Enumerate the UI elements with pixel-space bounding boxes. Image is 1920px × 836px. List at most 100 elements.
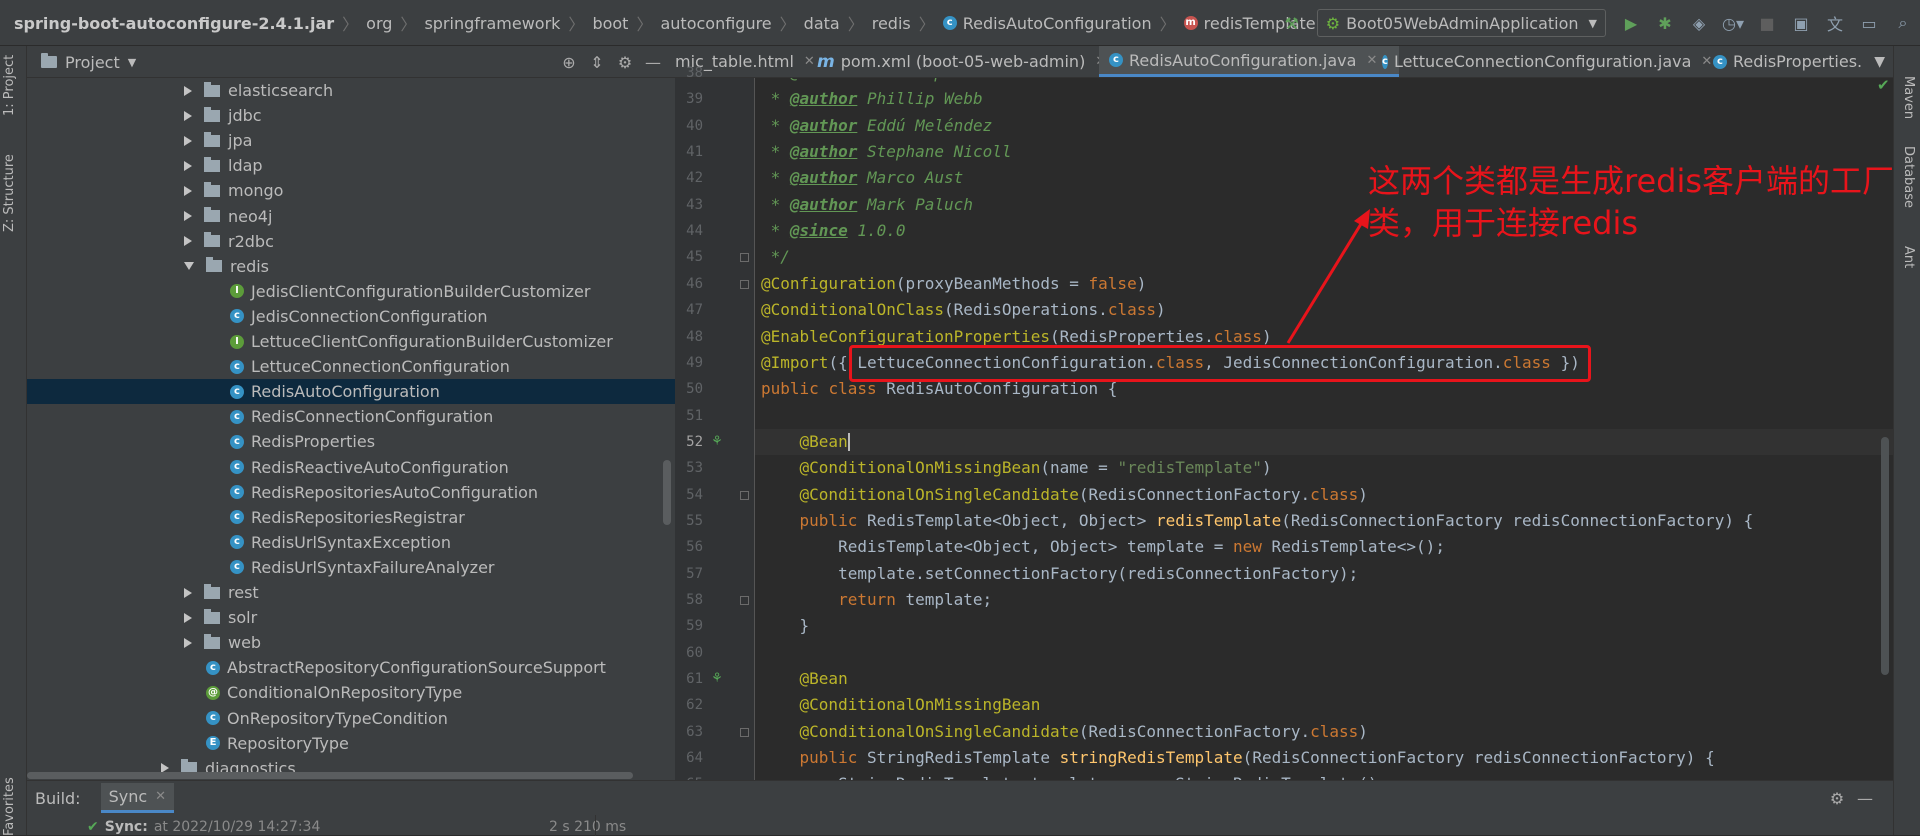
build-panel-splitter[interactable] (595, 815, 596, 836)
line-number[interactable]: 50 (675, 376, 703, 402)
collapsed-arrow-icon[interactable] (184, 160, 192, 171)
run-icon[interactable]: ▶ (1618, 10, 1644, 36)
tree-item[interactable]: c AbstractRepositoryConfigurationSourceSu… (27, 655, 675, 680)
translate-icon[interactable]: 文 (1822, 10, 1848, 36)
code-line[interactable]: public StringRedisTemplate stringRedisTe… (761, 745, 1715, 771)
close-icon[interactable]: ✕ (1701, 54, 1712, 69)
line-number[interactable]: 54 (675, 482, 703, 508)
hide-icon[interactable]: — (639, 53, 667, 72)
code-line[interactable]: * @author Eddú Meléndez (761, 113, 993, 139)
tab-redis-auto-configuration[interactable]: c RedisAutoConfiguration.java ✕ (1099, 46, 1399, 77)
tab-redis-properties[interactable]: c RedisProperties. (1713, 46, 1873, 77)
line-number[interactable]: 62 (675, 692, 703, 718)
tree-item[interactable]: c LettuceConnectionConfiguration (27, 354, 675, 379)
close-icon[interactable]: ✕ (1366, 53, 1377, 68)
line-number[interactable]: 46 (675, 271, 703, 297)
code-line[interactable]: @Bean (761, 666, 848, 692)
tree-item[interactable]: jdbc (27, 103, 675, 128)
project-tree-horizontal-scrollbar[interactable] (27, 772, 633, 779)
coverage-icon[interactable]: ◈ (1686, 10, 1712, 36)
fold-marker-icon[interactable] (740, 279, 749, 289)
breadcrumb-class[interactable]: c RedisAutoConfiguration (942, 14, 1152, 33)
breadcrumb-data[interactable]: data (804, 14, 840, 33)
tree-item[interactable]: solr (27, 605, 675, 630)
line-number[interactable]: 59 (675, 613, 703, 639)
fold-marker-icon[interactable] (740, 490, 749, 500)
gear-icon[interactable]: ⚙ (1823, 789, 1851, 808)
code-line[interactable]: @ConditionalOnMissingBean(name = "redisT… (761, 455, 1272, 481)
tree-item[interactable]: c RedisProperties (27, 429, 675, 454)
code-line[interactable]: @Bean (761, 429, 850, 455)
line-number[interactable]: 44 (675, 218, 703, 244)
line-number[interactable]: 38 (675, 60, 703, 86)
code-line[interactable]: @Configuration(proxyBeanMethods = false) (761, 271, 1146, 297)
maven-tool-tab[interactable]: Maven (1901, 76, 1916, 119)
line-number[interactable]: 57 (675, 561, 703, 587)
fold-marker-icon[interactable] (740, 727, 749, 737)
collapsed-arrow-icon[interactable] (184, 135, 192, 146)
line-number[interactable]: 45 (675, 244, 703, 270)
breadcrumb-redis[interactable]: redis (872, 14, 911, 33)
tree-item[interactable]: web (27, 630, 675, 655)
expanded-arrow-icon[interactable] (184, 262, 194, 271)
chevron-down-icon[interactable]: ▼ (1874, 46, 1885, 77)
tree-item[interactable]: ldap (27, 153, 675, 178)
locate-icon[interactable]: ⊕ (555, 53, 583, 72)
line-number[interactable]: 56 (675, 534, 703, 560)
collapsed-arrow-icon[interactable] (184, 637, 192, 648)
code-line[interactable]: * @since 1.0.0 (761, 218, 906, 244)
breadcrumb-autoconfigure[interactable]: autoconfigure (660, 14, 771, 33)
tree-item[interactable]: redis (27, 254, 675, 279)
tab-lettuce-connection-configuration[interactable]: c LettuceConnectionConfiguration.java ✕ (1380, 46, 1712, 77)
gear-icon[interactable]: ⚙ (611, 53, 639, 72)
code-line[interactable]: public RedisTemplate<Object, Object> red… (761, 508, 1754, 534)
line-number[interactable]: 58 (675, 587, 703, 613)
collapsed-arrow-icon[interactable] (184, 110, 192, 121)
breadcrumb-org[interactable]: org (366, 14, 392, 33)
collapsed-arrow-icon[interactable] (184, 587, 192, 598)
line-number[interactable]: 64 (675, 745, 703, 771)
tree-item[interactable]: @ ConditionalOnRepositoryType (27, 680, 675, 705)
collapse-all-icon[interactable]: ⇕ (583, 53, 611, 72)
collapsed-arrow-icon[interactable] (184, 85, 192, 96)
line-number[interactable]: 55 (675, 508, 703, 534)
tree-item[interactable]: jpa (27, 128, 675, 153)
line-number[interactable]: 52 (675, 429, 703, 455)
line-number[interactable]: 48 (675, 324, 703, 350)
database-tool-tab[interactable]: Database (1901, 146, 1916, 208)
tree-item[interactable]: c RedisUrlSyntaxFailureAnalyzer (27, 555, 675, 580)
line-number[interactable]: 47 (675, 297, 703, 323)
tree-item[interactable]: c RedisUrlSyntaxException (27, 530, 675, 555)
sync-status-line[interactable]: ✔ Sync: at 2022/10/29 14:27:34 (87, 819, 320, 835)
line-number[interactable]: 41 (675, 139, 703, 165)
tree-item[interactable]: c RedisConnectionConfiguration (27, 404, 675, 429)
close-icon[interactable]: ✕ (804, 54, 815, 69)
code-line[interactable]: } (761, 613, 810, 639)
hide-icon[interactable]: — (1851, 789, 1879, 808)
fold-marker-icon[interactable] (740, 253, 749, 263)
line-number[interactable]: 60 (675, 640, 703, 666)
run-configuration-select[interactable]: ⚙ Boot05WebAdminApplication ▼ (1316, 9, 1606, 37)
breadcrumb-jar[interactable]: spring-boot-autoconfigure-2.4.1.jar (14, 14, 334, 33)
tree-item[interactable]: mongo (27, 178, 675, 203)
code-line[interactable]: @ConditionalOnMissingBean (761, 692, 1041, 718)
tree-item[interactable]: c RedisAutoConfiguration (27, 379, 675, 405)
code-line[interactable]: * @author Phillip Webb (761, 86, 983, 112)
ant-tool-tab[interactable]: Ant (1901, 246, 1916, 268)
code-line[interactable]: @ConditionalOnSingleCandidate(RedisConne… (761, 482, 1368, 508)
tree-item[interactable]: I JedisClientConfigurationBuilderCustomiz… (27, 279, 675, 304)
close-icon[interactable]: ✕ (155, 789, 166, 804)
search-icon[interactable]: ⌕ (1890, 10, 1916, 36)
code-line[interactable]: StringRedisTemplate template = new Strin… (761, 771, 1387, 780)
code-line[interactable]: RedisTemplate<Object, Object> template =… (761, 534, 1445, 560)
code-line[interactable]: @ConditionalOnSingleCandidate(RedisConne… (761, 719, 1368, 745)
code-line[interactable]: return template; (761, 587, 992, 613)
bean-gutter-icon[interactable]: ⚘ (709, 671, 725, 687)
tree-item[interactable]: r2dbc (27, 229, 675, 254)
line-number[interactable]: 49 (675, 350, 703, 376)
profiler-icon[interactable]: ◷▾ (1720, 10, 1746, 36)
line-number[interactable]: 40 (675, 113, 703, 139)
code-line[interactable]: template.setConnectionFactory(redisConne… (761, 561, 1358, 587)
stop-icon[interactable]: ■ (1754, 10, 1780, 36)
layout-icon[interactable]: ▭ (1856, 10, 1882, 36)
